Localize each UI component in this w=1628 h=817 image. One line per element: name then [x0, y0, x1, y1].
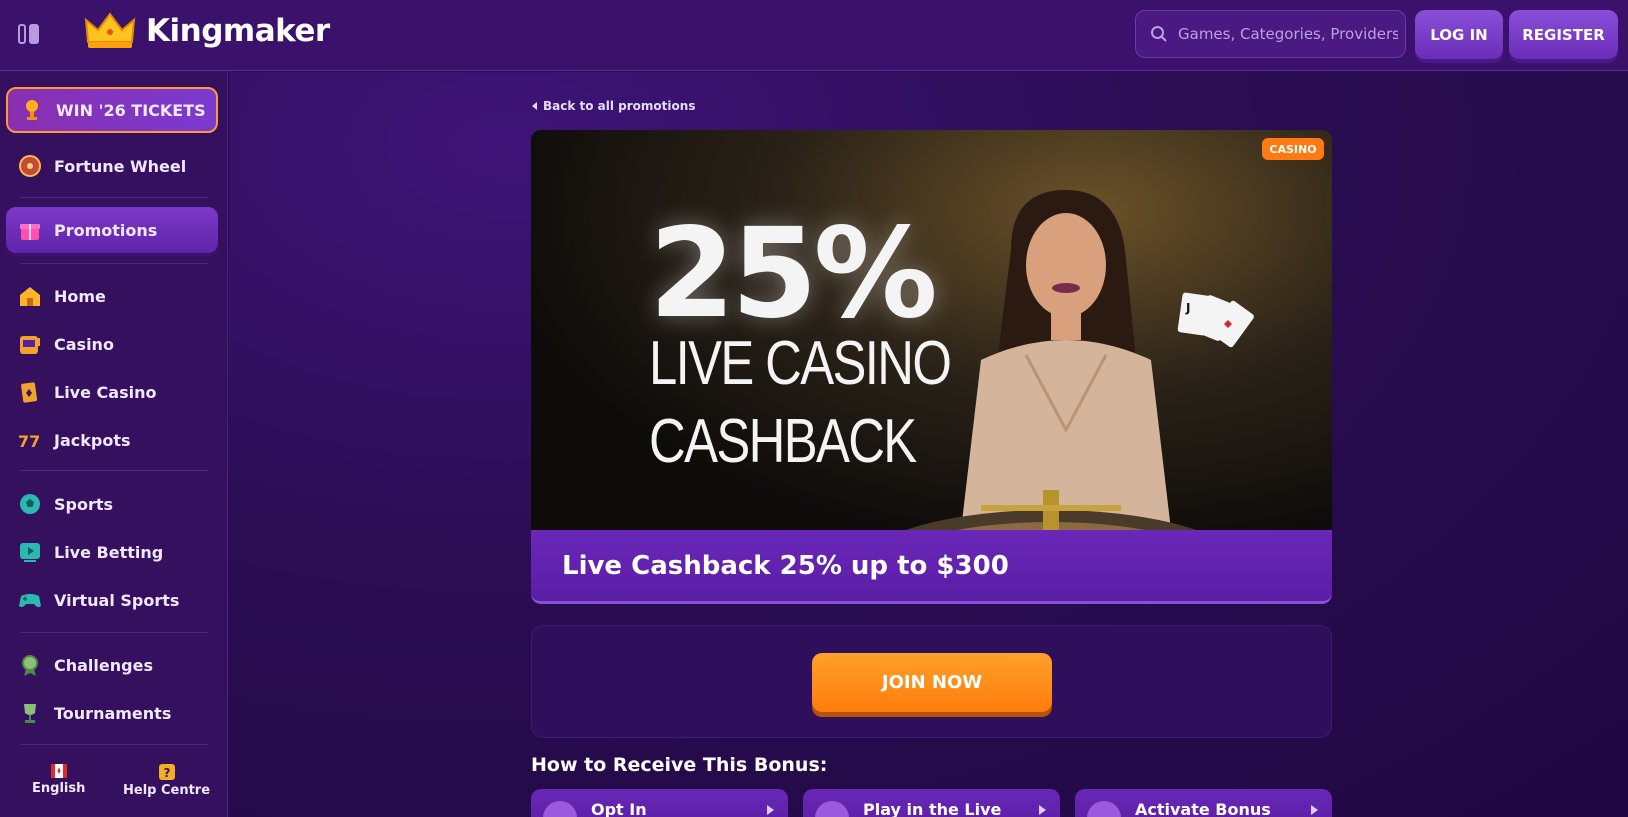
step-label: Play in the Live: [863, 799, 1002, 817]
sidebar-item-challenges[interactable]: Challenges: [6, 643, 218, 687]
sidebar-item-casino[interactable]: Casino: [6, 322, 218, 366]
brand-logo[interactable]: Kingmaker: [84, 12, 330, 50]
sidebar-item-label: Fortune Wheel: [54, 156, 187, 176]
register-button[interactable]: REGISTER: [1509, 10, 1618, 59]
sidebar-item-virtual-sports[interactable]: Virtual Sports: [6, 578, 218, 622]
language-selector[interactable]: English: [32, 764, 85, 796]
chevron-right-icon: [1039, 805, 1046, 815]
svg-text:?: ?: [163, 766, 170, 780]
gamepad-icon: [19, 594, 41, 608]
step-card-play-live[interactable]: Play in the Live: [803, 789, 1060, 817]
login-button[interactable]: LOG IN: [1415, 10, 1503, 59]
help-centre-label: Help Centre: [123, 783, 211, 798]
sidebar-item-home[interactable]: Home: [6, 274, 218, 318]
sidebar-divider: [20, 197, 208, 198]
sidebar-item-label: WIN '26 TICKETS: [56, 100, 206, 120]
brand-name: Kingmaker: [146, 13, 330, 49]
sidebar-item-label: Sports: [54, 494, 114, 514]
medal-icon: [22, 655, 38, 676]
sidebar-divider: [20, 470, 208, 471]
how-to-heading: How to Receive This Bonus:: [531, 754, 828, 776]
step-label: Opt In: [591, 799, 647, 817]
step-icon: [1087, 801, 1121, 817]
sidebar-item-live-betting[interactable]: Live Betting: [6, 530, 218, 574]
sidebar-item-label: Jackpots: [54, 430, 131, 450]
sidebar-item-win-tickets[interactable]: WIN '26 TICKETS: [6, 87, 218, 133]
sidebar-divider: [20, 632, 208, 633]
sidebar-divider: [20, 263, 208, 264]
sidebar-item-label: Live Betting: [54, 542, 164, 562]
svg-text:J: J: [1185, 301, 1190, 315]
trophy-icon: [26, 100, 38, 120]
step-card-opt-in[interactable]: Opt In: [531, 789, 788, 817]
sidebar-item-label: Promotions: [54, 220, 158, 240]
promo-title: Live Cashback 25% up to $300: [531, 530, 1332, 604]
sidebar-item-jackpots[interactable]: 77 Jackpots: [6, 418, 218, 462]
back-link-label: Back to all promotions: [543, 99, 696, 113]
search-input[interactable]: [1178, 25, 1398, 43]
chevron-left-icon: [532, 102, 537, 110]
playing-card-icon: [21, 382, 38, 403]
category-badge: CASINO: [1262, 138, 1324, 160]
help-icon: ?: [158, 764, 175, 780]
promo-hero-banner: 25% LIVE CASINO CASHBACK J: [531, 130, 1332, 530]
fortune-wheel-icon: [19, 155, 41, 177]
slot-machine-icon: [20, 336, 40, 354]
sidebar-item-label: Live Casino: [54, 382, 157, 402]
gift-icon: [20, 224, 40, 240]
sidebar-item-label: Virtual Sports: [54, 590, 180, 610]
playing-cards-image: J: [1177, 292, 1254, 348]
sidebar-divider: [20, 744, 208, 745]
language-label: English: [32, 781, 86, 796]
svg-text:77: 77: [18, 432, 40, 451]
sidebar-item-label: Home: [54, 286, 106, 306]
chevron-right-icon: [767, 805, 774, 815]
soccer-ball-icon: [20, 494, 40, 514]
sidebar: WIN '26 TICKETS Fortune Wheel Promotions…: [0, 71, 228, 817]
sidebar-item-tournaments[interactable]: Tournaments: [6, 691, 218, 735]
sidebar-item-label: Casino: [54, 334, 114, 354]
sidebar-item-label: Tournaments: [54, 703, 172, 723]
step-card-activate-bonus[interactable]: Activate Bonus: [1075, 789, 1332, 817]
search-icon: [1151, 26, 1167, 42]
sidebar-toggle-icon[interactable]: [18, 24, 40, 44]
hero-percent-text: 25%: [649, 202, 938, 346]
step-label: Activate Bonus: [1135, 799, 1271, 817]
crown-icon: [84, 12, 136, 48]
back-to-promotions-link[interactable]: Back to all promotions: [532, 99, 695, 113]
cup-icon: [24, 704, 36, 723]
play-screen-icon: [20, 543, 40, 562]
sidebar-item-sports[interactable]: Sports: [6, 482, 218, 526]
home-icon: [20, 287, 40, 306]
chevron-right-icon: [1311, 805, 1318, 815]
top-header: Kingmaker LOG IN REGISTER: [0, 0, 1628, 71]
sidebar-item-live-casino[interactable]: Live Casino: [6, 370, 218, 414]
sevens-icon: 77: [18, 432, 40, 451]
step-icon: [543, 801, 577, 817]
roulette-wheel-image: [905, 490, 1197, 530]
sidebar-item-promotions[interactable]: Promotions: [6, 207, 218, 253]
hero-line1-text: LIVE CASINO: [649, 329, 952, 398]
join-now-button[interactable]: JOIN NOW: [812, 653, 1052, 712]
sidebar-item-label: Challenges: [54, 655, 153, 675]
sidebar-item-fortune-wheel[interactable]: Fortune Wheel: [6, 144, 218, 188]
step-icon: [815, 801, 849, 817]
canada-flag-icon: [50, 764, 67, 778]
search-box[interactable]: [1135, 10, 1406, 58]
help-centre-link[interactable]: ? Help Centre: [123, 764, 210, 798]
